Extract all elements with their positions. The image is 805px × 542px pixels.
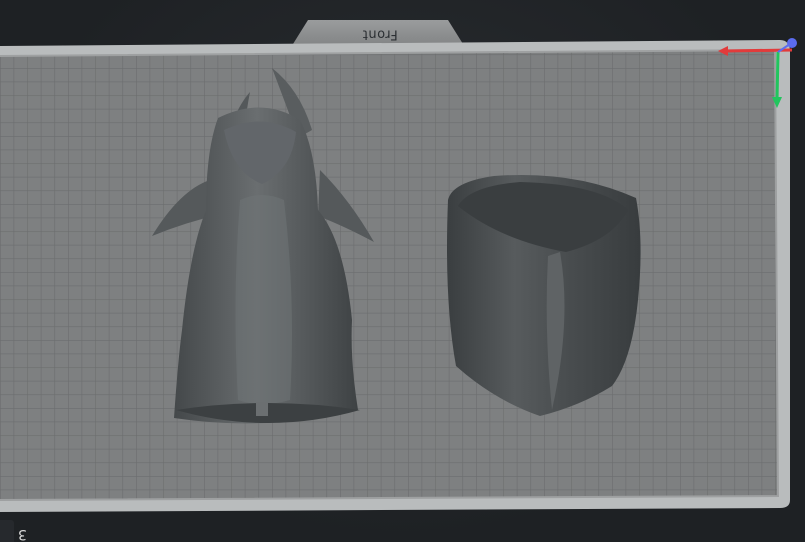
scene-canvas[interactable]: [0, 0, 805, 542]
corner-glyph: 3: [18, 526, 27, 542]
build-plate: [0, 20, 790, 512]
bust-neck-highlight: [235, 195, 292, 404]
corner-panel[interactable]: [0, 520, 14, 542]
plate-grid: [0, 50, 778, 500]
z-axis-dot: [787, 38, 797, 48]
y-axis-line: [775, 51, 780, 101]
body-base-model[interactable]: [447, 174, 641, 416]
3d-viewport[interactable]: Front 3: [0, 0, 805, 542]
bust-base-tab: [256, 402, 268, 416]
